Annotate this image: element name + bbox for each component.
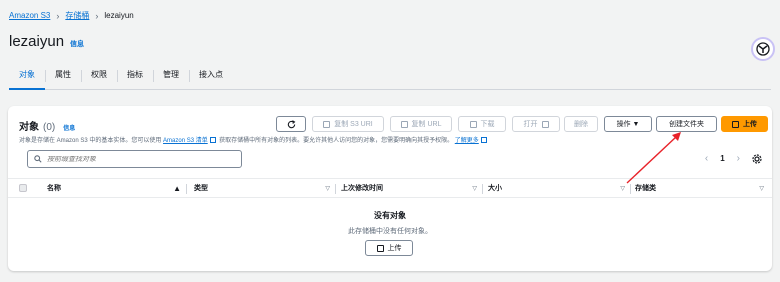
- column-type[interactable]: 类型 ▽: [194, 179, 336, 199]
- delete-label: 删除: [574, 121, 588, 128]
- create-folder-label: 创建文件夹: [669, 121, 704, 128]
- actions-dropdown[interactable]: 操作 ▼: [604, 116, 652, 132]
- column-size-label: 大小: [488, 185, 502, 192]
- tab-access-points[interactable]: 接入点: [189, 64, 233, 90]
- upload-icon: [376, 244, 384, 252]
- select-all-checkbox[interactable]: [19, 184, 27, 192]
- copy-s3-uri-label: 复制 S3 URI: [334, 121, 373, 128]
- column-storage-class[interactable]: 存储类 ▽: [635, 179, 770, 199]
- copy-icon: [323, 120, 331, 128]
- column-last-modified-label: 上次修改时间: [341, 185, 383, 192]
- tab-objects[interactable]: 对象: [9, 64, 45, 90]
- breadcrumb: Amazon S3 › 存储桶 › lezaiyun: [9, 10, 134, 21]
- panel-header: 对象 (0) 信息: [19, 118, 75, 133]
- external-link-icon: [541, 120, 549, 128]
- column-name-label: 名称: [47, 185, 61, 192]
- object-count: (0): [43, 122, 56, 133]
- upload-label: 上传: [743, 121, 757, 128]
- empty-state: 没有对象 此存储桶中没有任何对象。: [8, 210, 772, 236]
- sort-ascending-icon: ▲: [173, 184, 181, 193]
- download-label: 下载: [480, 121, 495, 128]
- learn-more-link[interactable]: 了解更多: [455, 138, 479, 144]
- external-link-icon: [210, 137, 217, 143]
- column-last-modified[interactable]: 上次修改时间 ▽: [341, 179, 483, 199]
- search-input[interactable]: [47, 155, 227, 163]
- column-name[interactable]: 名称 ▲: [47, 179, 187, 199]
- next-page-icon[interactable]: ›: [737, 153, 740, 164]
- gear-icon[interactable]: [752, 153, 762, 164]
- search-icon: [34, 155, 42, 163]
- description-text: 对象是存储在 Amazon S3 中的基本实体。您可以使用: [19, 138, 162, 144]
- column-divider: [186, 184, 187, 194]
- copy-icon: [400, 120, 408, 128]
- tab-management[interactable]: 管理: [153, 64, 189, 90]
- chevron-right-icon: ›: [95, 10, 99, 21]
- breadcrumb-buckets[interactable]: 存储桶: [65, 10, 89, 21]
- description-text-2: 获取存储桶中所有对象的列表。要允许其他人访问您的对象，您需要明确向其授予权限。: [219, 138, 454, 144]
- panel-description: 对象是存储在 Amazon S3 中的基本实体。您可以使用 Amazon S3 …: [19, 135, 488, 144]
- tab-permissions[interactable]: 权限: [81, 64, 117, 90]
- sort-icon: ▽: [325, 186, 330, 192]
- panel-info-link[interactable]: 信息: [63, 123, 75, 132]
- refresh-icon: [287, 119, 295, 128]
- current-page[interactable]: 1: [720, 154, 724, 163]
- assistant-icon[interactable]: [751, 37, 775, 61]
- column-divider: [630, 184, 631, 194]
- download-icon: [469, 120, 477, 128]
- download-button[interactable]: 下载: [458, 116, 506, 132]
- tab-bar: 对象 属性 权限 指标 管理 接入点: [9, 64, 771, 90]
- sort-icon: ▽: [759, 186, 764, 192]
- sort-icon: ▽: [472, 186, 477, 192]
- previous-page-icon[interactable]: ‹: [705, 153, 708, 164]
- upload-button[interactable]: 上传: [721, 116, 768, 132]
- page-title: lezaiyun: [9, 33, 65, 50]
- create-folder-button[interactable]: 创建文件夹: [656, 116, 717, 132]
- search-box: [27, 150, 242, 168]
- table-header: 名称 ▲ 类型 ▽ 上次修改时间 ▽ 大小 ▽ 存储类 ▽: [8, 178, 772, 198]
- copy-url-button[interactable]: 复制 URL: [390, 116, 452, 132]
- objects-panel: 对象 (0) 信息 对象是存储在 Amazon S3 中的基本实体。您可以使用 …: [8, 106, 772, 271]
- column-storage-class-label: 存储类: [635, 185, 656, 192]
- breadcrumb-current: lezaiyun: [104, 11, 134, 20]
- sort-icon: ▽: [620, 186, 625, 192]
- empty-title: 没有对象: [374, 211, 406, 220]
- empty-upload-label: 上传: [387, 245, 402, 252]
- tab-metrics[interactable]: 指标: [117, 64, 153, 90]
- page-header: lezaiyun 信息: [9, 33, 84, 50]
- open-button[interactable]: 打开: [512, 116, 560, 132]
- delete-button[interactable]: 删除: [564, 116, 598, 132]
- column-divider: [482, 184, 483, 194]
- tab-properties[interactable]: 属性: [45, 64, 81, 90]
- column-divider: [335, 184, 336, 194]
- actions-label: 操作 ▼: [616, 121, 640, 128]
- external-link-icon: [481, 137, 488, 143]
- pagination: ‹ 1 ›: [705, 153, 762, 164]
- info-link[interactable]: 信息: [70, 39, 84, 49]
- inventory-link[interactable]: Amazon S3 清单: [163, 138, 208, 144]
- empty-upload-button[interactable]: 上传: [365, 240, 413, 256]
- column-size[interactable]: 大小 ▽: [488, 179, 631, 199]
- upload-icon: [732, 120, 739, 128]
- copy-url-label: 复制 URL: [411, 121, 442, 128]
- column-type-label: 类型: [194, 185, 208, 192]
- panel-title: 对象: [19, 122, 39, 133]
- empty-subtitle: 此存储桶中没有任何对象。: [348, 228, 432, 235]
- breadcrumb-amazon-s3[interactable]: Amazon S3: [9, 11, 50, 20]
- chevron-right-icon: ›: [56, 10, 60, 21]
- copy-s3-uri-button[interactable]: 复制 S3 URI: [312, 116, 384, 132]
- refresh-button[interactable]: [276, 116, 306, 132]
- open-label: 打开: [523, 121, 538, 128]
